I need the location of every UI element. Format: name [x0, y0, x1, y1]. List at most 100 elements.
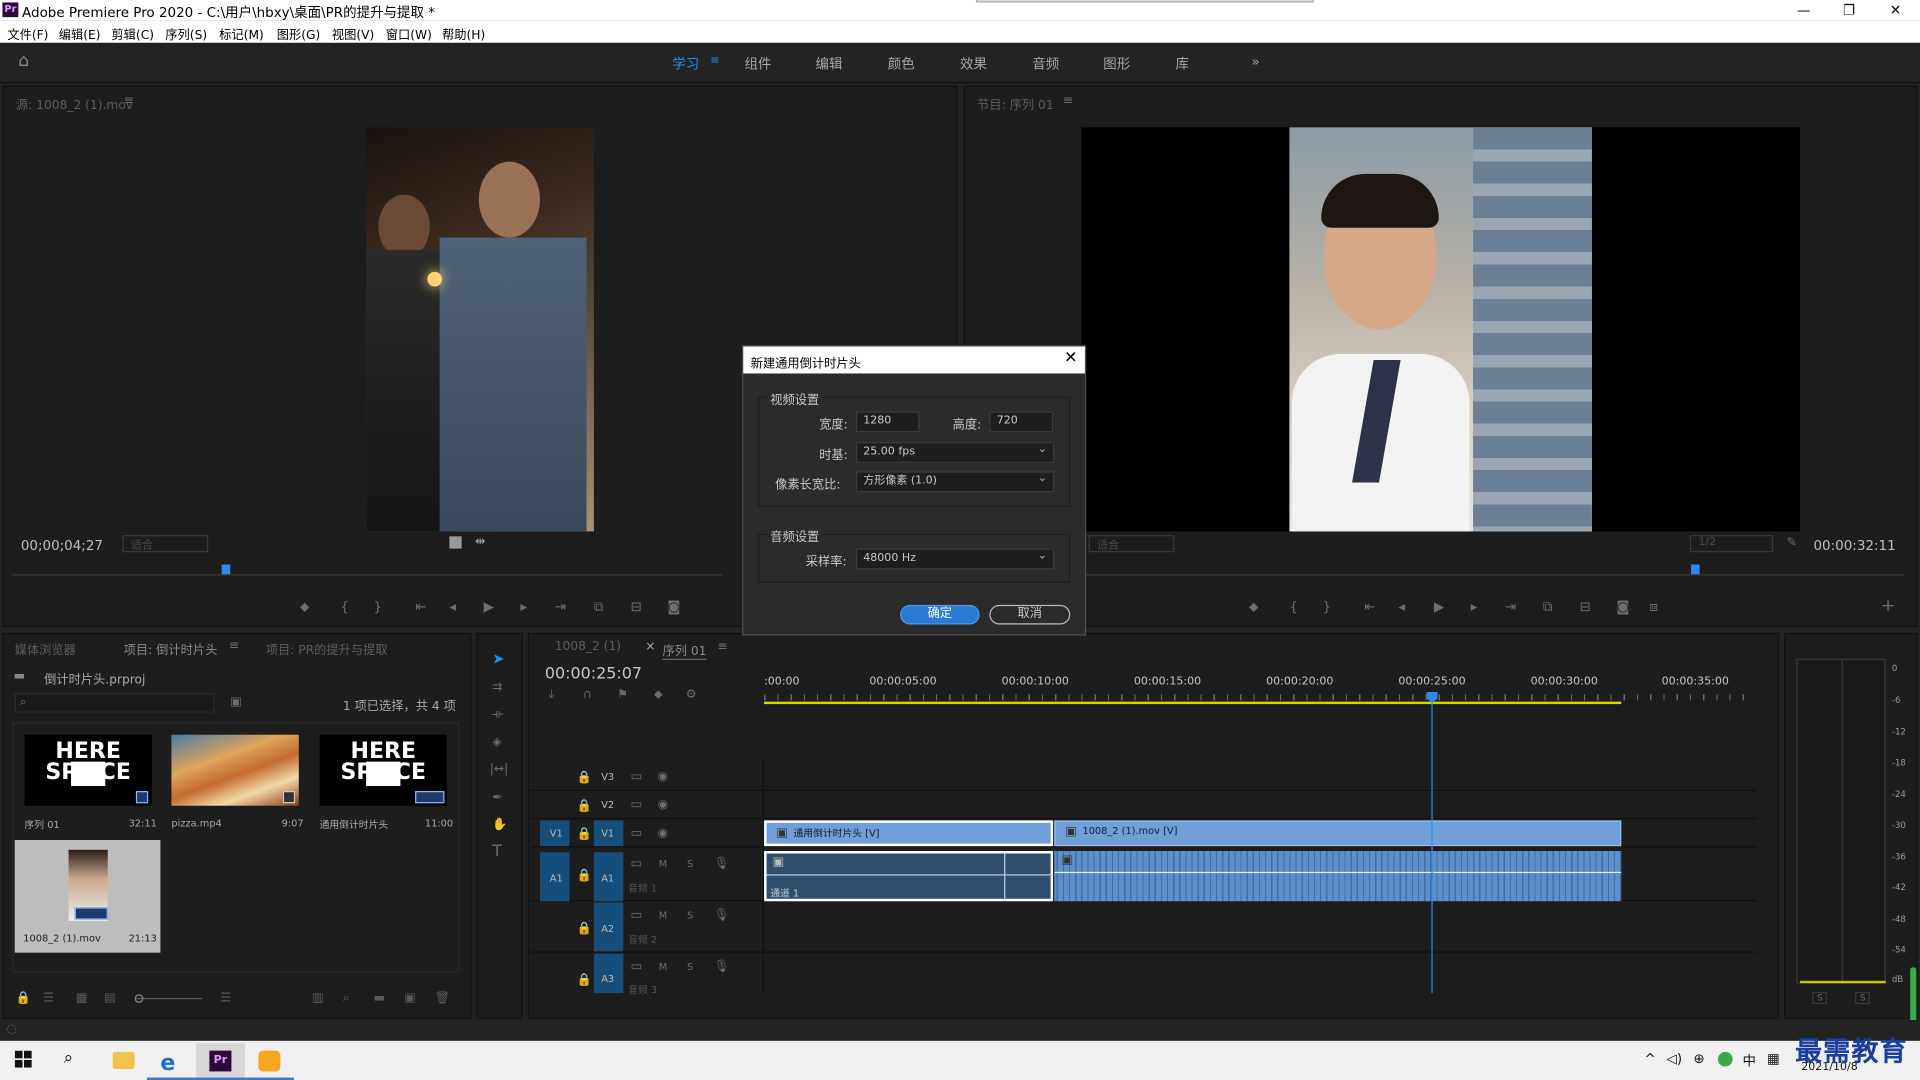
linked-selection-icon[interactable]: ⚑: [617, 688, 628, 701]
tab-timeline-sequence01[interactable]: 序列 01: [662, 640, 707, 661]
zoom-slider-handle[interactable]: [134, 994, 144, 1003]
search-icon[interactable]: ⌕: [64, 1048, 74, 1068]
go-to-in-icon[interactable]: ⇤: [1364, 599, 1375, 615]
solo-icon[interactable]: S: [687, 857, 693, 872]
timeline-timecode[interactable]: 00:00:25:07: [545, 665, 642, 683]
panel-menu-icon[interactable]: ≡: [124, 94, 134, 109]
lock-icon[interactable]: 🔒: [577, 800, 592, 815]
step-back-icon[interactable]: ◂: [449, 599, 456, 615]
workspace-editing[interactable]: 编辑: [816, 54, 843, 74]
program-resolution-dropdown[interactable]: 1/2: [1689, 535, 1774, 553]
sample-rate-select[interactable]: 48000 Hz: [855, 547, 1055, 570]
lock-icon[interactable]: 🔒: [16, 992, 31, 1005]
icon-view-icon[interactable]: ▦: [76, 992, 88, 1005]
export-frame-icon[interactable]: ◙: [667, 599, 680, 615]
voiceover-mic-icon[interactable]: 🎙: [714, 960, 730, 975]
find-icon[interactable]: ⌕: [343, 992, 350, 1005]
program-fit-dropdown[interactable]: 适合: [1088, 535, 1175, 553]
source-fit-dropdown[interactable]: 适合: [122, 535, 209, 553]
go-to-out-icon[interactable]: ⇥: [555, 599, 566, 615]
export-frame-icon[interactable]: ◙: [1616, 599, 1629, 615]
add-marker-icon[interactable]: ⬥: [300, 599, 309, 616]
height-input[interactable]: 720: [989, 411, 1054, 433]
selection-tool-icon[interactable]: ➤: [492, 651, 504, 666]
thumb-countdown[interactable]: HERE SPLICE: [319, 734, 447, 806]
new-bin-icon[interactable]: ▬: [373, 992, 385, 1005]
extract-icon[interactable]: ⊟: [1580, 599, 1591, 615]
solo-icon[interactable]: S: [687, 909, 693, 924]
sync-lock-icon[interactable]: ▭: [631, 827, 643, 842]
workspace-effects[interactable]: 效果: [960, 54, 987, 74]
file-explorer-icon[interactable]: [98, 1043, 147, 1080]
voiceover-mic-icon[interactable]: 🎙: [714, 909, 730, 924]
ime-indicator[interactable]: 中: [1742, 1051, 1755, 1071]
menu-graphics[interactable]: 图形(G): [277, 24, 321, 42]
antivirus-icon[interactable]: [1717, 1051, 1733, 1067]
panel-menu-icon[interactable]: ≡: [718, 640, 728, 655]
source-patch-a1[interactable]: A1: [540, 852, 570, 902]
lock-icon[interactable]: 🔒: [577, 828, 592, 843]
clip-1008-audio[interactable]: ▣: [1054, 851, 1622, 902]
sync-lock-icon[interactable]: ▭: [631, 857, 643, 872]
insert-icon[interactable]: ⧉: [594, 599, 604, 616]
eye-icon[interactable]: ◉: [658, 798, 669, 813]
solo-right-button[interactable]: S: [1855, 991, 1871, 1005]
menu-help[interactable]: 帮助(H): [442, 24, 485, 42]
source-time-ruler[interactable]: [12, 558, 723, 576]
freeform-view-icon[interactable]: ▤: [104, 992, 116, 1005]
network-icon[interactable]: ⊕: [1693, 1051, 1704, 1067]
compare-view-icon[interactable]: ⧈: [1649, 599, 1658, 616]
lock-icon[interactable]: 🔒: [577, 771, 592, 786]
edge-browser-icon[interactable]: e: [146, 1043, 196, 1080]
razor-tool-icon[interactable]: ◈: [492, 736, 501, 751]
source-timecode[interactable]: 00;00;04;27: [21, 538, 103, 554]
panel-menu-icon[interactable]: ≡: [229, 639, 239, 654]
timeline-playhead-line[interactable]: [1431, 697, 1433, 994]
workspace-libraries[interactable]: 库: [1176, 54, 1189, 74]
voiceover-mic-icon[interactable]: 🎙: [714, 857, 730, 872]
mute-icon[interactable]: M: [659, 909, 667, 924]
drag-video-icon[interactable]: [449, 536, 462, 549]
new-bin-from-search-icon[interactable]: ▣: [230, 696, 242, 711]
tab-media-browser[interactable]: 媒体浏览器: [15, 639, 76, 657]
slip-tool-icon[interactable]: |↔|: [490, 763, 509, 778]
mark-out-icon[interactable]: }: [373, 599, 382, 615]
solo-icon[interactable]: S: [687, 960, 693, 975]
program-time-ruler[interactable]: [1083, 558, 1905, 576]
ok-button[interactable]: 确定: [900, 604, 980, 625]
solo-left-button[interactable]: S: [1812, 991, 1828, 1005]
track-target-v1[interactable]: V1: [593, 820, 624, 847]
width-input[interactable]: 1280: [855, 411, 920, 433]
source-patch-v1[interactable]: V1: [540, 820, 570, 847]
restore-button[interactable]: ❐: [1827, 0, 1871, 21]
tab-project-countdown[interactable]: 项目: 倒计时片头: [124, 639, 218, 657]
list-view-icon[interactable]: ☰: [43, 992, 54, 1005]
add-button-icon[interactable]: +: [1881, 598, 1895, 615]
close-window-button[interactable]: ✕: [1873, 0, 1917, 21]
mute-icon[interactable]: M: [659, 857, 667, 872]
menu-clip[interactable]: 剪辑(C): [111, 24, 154, 42]
new-item-icon[interactable]: ▣: [404, 992, 416, 1005]
pixel-aspect-select[interactable]: 方形像素 (1.0): [855, 470, 1055, 493]
lift-icon[interactable]: ⧉: [1543, 599, 1553, 616]
menu-sequence[interactable]: 序列(S): [165, 24, 207, 42]
play-icon[interactable]: ▶: [484, 599, 494, 615]
sort-icon[interactable]: ☰: [220, 992, 231, 1005]
clip-countdown-video[interactable]: ▣ 通用倒计时片头 [V]: [764, 820, 1054, 847]
menu-edit[interactable]: 编辑(E): [59, 24, 101, 42]
close-tab-icon[interactable]: ×: [645, 640, 655, 655]
program-monitor-title[interactable]: 节目: 序列 01: [977, 94, 1053, 112]
chevron-up-icon[interactable]: ^: [1645, 1051, 1656, 1067]
thumb-pizza[interactable]: [171, 734, 299, 806]
ripple-edit-tool-icon[interactable]: ⟛: [492, 708, 503, 723]
mark-in-icon[interactable]: {: [340, 599, 349, 615]
snap-icon[interactable]: ∩: [583, 688, 592, 701]
play-icon[interactable]: ▶: [1434, 599, 1444, 615]
eye-icon[interactable]: ◉: [658, 827, 669, 842]
close-icon[interactable]: ✕: [1064, 349, 1077, 367]
thumb-sequence01[interactable]: HERE SPLICE: [24, 734, 152, 806]
app-taskbar-icon[interactable]: [244, 1043, 294, 1080]
go-to-out-icon[interactable]: ⇥: [1505, 599, 1516, 615]
step-back-icon[interactable]: ◂: [1398, 599, 1405, 615]
clip-countdown-audio[interactable]: ▣ 通道 1: [764, 851, 1054, 902]
